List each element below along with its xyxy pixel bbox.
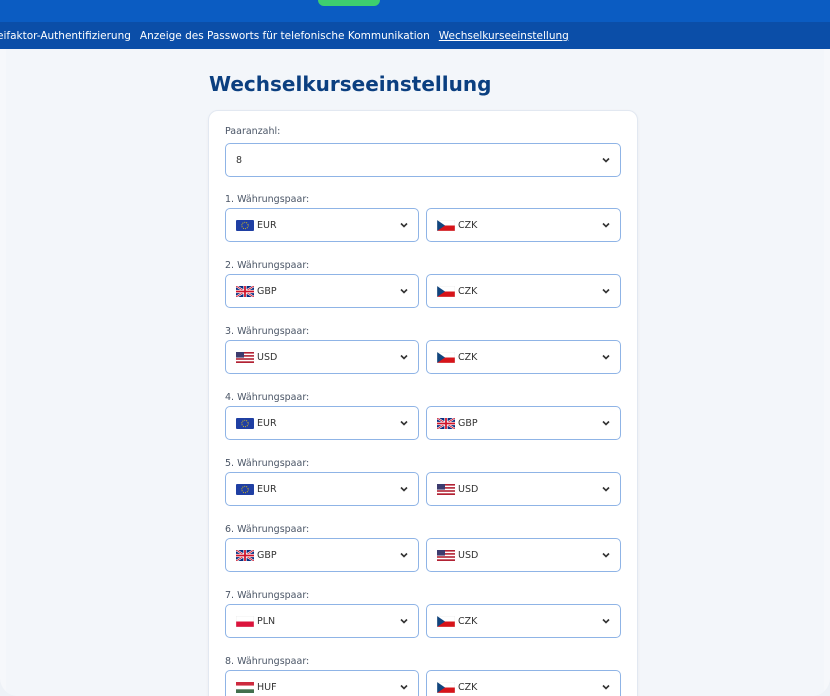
- chevron-down-icon: [602, 618, 610, 624]
- cz-flag-icon: [437, 615, 455, 627]
- chevron-down-icon: [400, 684, 408, 690]
- cz-flag-icon: [437, 351, 455, 363]
- chevron-down-icon: [602, 222, 610, 228]
- pair-label: 6. Währungspaar:: [225, 524, 310, 535]
- eu-flag-icon: [236, 417, 254, 429]
- currency-code: EUR: [257, 417, 277, 429]
- currency-select-to[interactable]: CZK: [426, 670, 621, 696]
- currency-select-to[interactable]: CZK: [426, 604, 621, 638]
- pair-label: 5. Währungspaar:: [225, 458, 310, 469]
- currency-code: CZK: [458, 615, 478, 627]
- chevron-down-icon: [602, 288, 610, 294]
- pair-label: 7. Währungspaar:: [225, 590, 310, 601]
- chevron-down-icon: [602, 157, 610, 163]
- top-bar: [0, 0, 830, 22]
- chevron-down-icon: [400, 486, 408, 492]
- currency-select-from[interactable]: GBP: [225, 274, 419, 308]
- currency-code: CZK: [458, 681, 478, 693]
- us-flag-icon: [236, 351, 254, 363]
- currency-code: USD: [458, 549, 479, 561]
- currency-code: CZK: [458, 219, 478, 231]
- pair-label: 4. Währungspaar:: [225, 392, 310, 403]
- currency-select-from[interactable]: HUF: [225, 670, 419, 696]
- chevron-down-icon: [400, 420, 408, 426]
- currency-select-from[interactable]: USD: [225, 340, 419, 374]
- currency-select-to[interactable]: USD: [426, 472, 621, 506]
- chevron-down-icon: [602, 486, 610, 492]
- currency-code: CZK: [458, 351, 478, 363]
- currency-select-to[interactable]: CZK: [426, 208, 621, 242]
- pair-count-value: 8: [236, 154, 243, 166]
- hu-flag-icon: [236, 681, 254, 693]
- pair-label: 8. Währungspaar:: [225, 656, 310, 667]
- currency-code: EUR: [257, 219, 277, 231]
- app-frame: eifaktor-Authentifizierung Anzeige des P…: [0, 0, 830, 696]
- status-pill: [318, 0, 380, 6]
- pair-label: 3. Währungspaar:: [225, 326, 310, 337]
- pair-label: 1. Währungspaar:: [225, 194, 310, 205]
- uk-flag-icon: [236, 549, 254, 561]
- currency-select-from[interactable]: EUR: [225, 208, 419, 242]
- chevron-down-icon: [602, 354, 610, 360]
- cz-flag-icon: [437, 285, 455, 297]
- chevron-down-icon: [400, 618, 408, 624]
- uk-flag-icon: [437, 417, 455, 429]
- pair-count-select[interactable]: 8: [225, 143, 621, 177]
- chevron-down-icon: [602, 552, 610, 558]
- cz-flag-icon: [437, 219, 455, 231]
- nav-item-phone-password[interactable]: Anzeige des Passworts für telefonische K…: [140, 30, 430, 42]
- currency-code: HUF: [257, 681, 277, 693]
- currency-code: GBP: [257, 549, 277, 561]
- chevron-down-icon: [400, 552, 408, 558]
- nav-item-exchange-rate[interactable]: Wechselkurseeinstellung: [439, 30, 569, 42]
- pl-flag-icon: [236, 615, 254, 627]
- currency-select-to[interactable]: USD: [426, 538, 621, 572]
- currency-select-to[interactable]: CZK: [426, 274, 621, 308]
- nav-item-two-factor[interactable]: eifaktor-Authentifizierung: [0, 30, 131, 42]
- chevron-down-icon: [602, 684, 610, 690]
- currency-code: PLN: [257, 615, 276, 627]
- currency-code: USD: [257, 351, 278, 363]
- currency-code: CZK: [458, 285, 478, 297]
- currency-select-from[interactable]: EUR: [225, 406, 419, 440]
- currency-select-from[interactable]: EUR: [225, 472, 419, 506]
- currency-code: USD: [458, 483, 479, 495]
- currency-select-from[interactable]: PLN: [225, 604, 419, 638]
- currency-select-to[interactable]: GBP: [426, 406, 621, 440]
- currency-select-from[interactable]: GBP: [225, 538, 419, 572]
- currency-code: GBP: [458, 417, 478, 429]
- chevron-down-icon: [400, 354, 408, 360]
- page-title: Wechselkurseeinstellung: [209, 72, 492, 96]
- currency-code: EUR: [257, 483, 277, 495]
- exchange-settings-card: Paaranzahl: 8 1. Währungspaar: EUR CZK 2. W…: [208, 110, 638, 696]
- us-flag-icon: [437, 549, 455, 561]
- cz-flag-icon: [437, 681, 455, 693]
- eu-flag-icon: [236, 219, 254, 231]
- chevron-down-icon: [400, 222, 408, 228]
- uk-flag-icon: [236, 285, 254, 297]
- us-flag-icon: [437, 483, 455, 495]
- chevron-down-icon: [400, 288, 408, 294]
- currency-code: GBP: [257, 285, 277, 297]
- currency-select-to[interactable]: CZK: [426, 340, 621, 374]
- nav-bar: eifaktor-Authentifizierung Anzeige des P…: [0, 22, 830, 49]
- pair-label: 2. Währungspaar:: [225, 260, 310, 271]
- chevron-down-icon: [602, 420, 610, 426]
- pair-count-label: Paaranzahl:: [225, 126, 281, 137]
- eu-flag-icon: [236, 483, 254, 495]
